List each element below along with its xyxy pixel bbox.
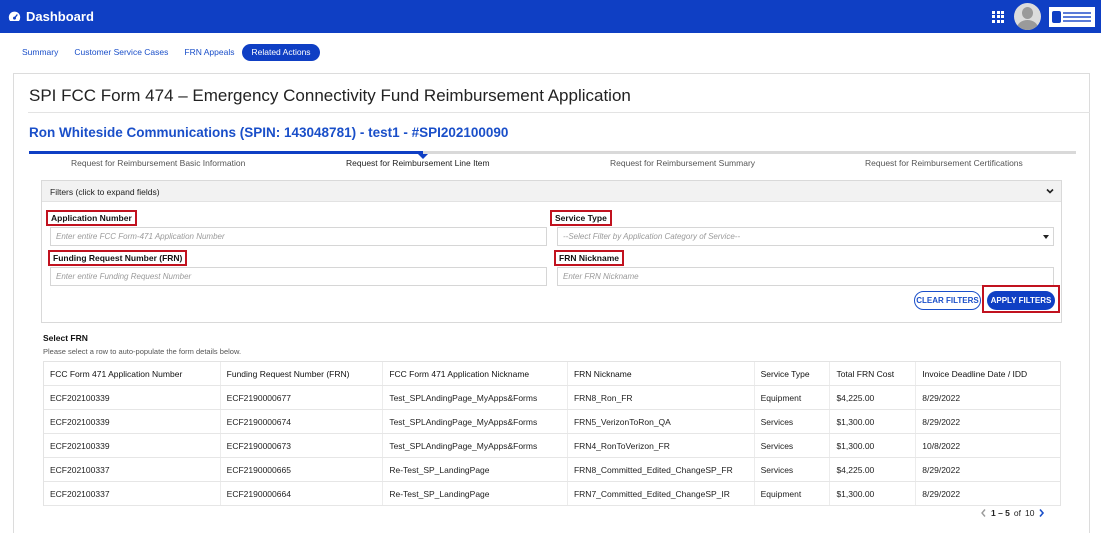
frn-nickname-label: FRN Nickname bbox=[554, 250, 624, 266]
subnav-related-actions[interactable]: Related Actions bbox=[242, 43, 320, 61]
table-cell: 8/29/2022 bbox=[922, 416, 961, 427]
table-row[interactable]: ECF202100337 ECF2190000665 Re-Test_SP_La… bbox=[44, 458, 1060, 482]
step-summary[interactable]: Request for Reimbursement Summary bbox=[610, 158, 755, 168]
table-cell: $1,300.00 bbox=[830, 410, 917, 433]
frn-nickname-input[interactable]: Enter FRN Nickname bbox=[557, 267, 1054, 286]
table-cell: 8/29/2022 bbox=[922, 392, 961, 403]
service-type-placeholder: --Select Filter by Application Category … bbox=[563, 232, 741, 241]
application-number-input[interactable]: Enter entire FCC Form-471 Application Nu… bbox=[50, 227, 547, 246]
dashboard-title[interactable]: Dashboard bbox=[26, 9, 94, 24]
table-cell: FRN8_Committed_Edited_ChangeSP_FR bbox=[568, 458, 755, 481]
column-header[interactable]: Funding Request Number (FRN) bbox=[221, 362, 384, 385]
apply-filters-highlight: APPLY FILTERS bbox=[982, 285, 1060, 313]
apply-filters-button[interactable]: APPLY FILTERS bbox=[987, 291, 1055, 310]
table-cell: ECF2190000665 bbox=[221, 458, 384, 481]
column-header[interactable]: FRN Nickname bbox=[568, 362, 755, 385]
table-cell: Test_SPLAndingPage_MyApps&Forms bbox=[383, 386, 568, 409]
table-cell: 8/29/2022 bbox=[922, 464, 961, 475]
table-row[interactable]: ECF202100339 ECF2190000677 Test_SPLAndin… bbox=[44, 386, 1060, 410]
service-type-select[interactable]: --Select Filter by Application Category … bbox=[557, 227, 1054, 246]
usac-logo bbox=[1049, 6, 1095, 27]
chevron-left-icon[interactable] bbox=[980, 508, 987, 518]
table-row[interactable]: ECF202100339 ECF2190000674 Test_SPLAndin… bbox=[44, 410, 1060, 434]
top-bar: Dashboard bbox=[0, 0, 1101, 33]
table-cell: $4,225.00 bbox=[830, 458, 917, 481]
select-frn-subtitle: Please select a row to auto-populate the… bbox=[43, 347, 242, 356]
table-cell: ECF2190000677 bbox=[221, 386, 384, 409]
table-row[interactable]: ECF202100339 ECF2190000673 Test_SPLAndin… bbox=[44, 434, 1060, 458]
step-certifications[interactable]: Request for Reimbursement Certifications bbox=[865, 158, 1023, 168]
table-cell: ECF2190000664 bbox=[221, 482, 384, 505]
filters-header[interactable]: Filters (click to expand fields) bbox=[42, 181, 1061, 202]
pagination-of: of bbox=[1013, 508, 1021, 518]
table-header-row: FCC Form 471 Application Number Funding … bbox=[44, 362, 1060, 386]
frn-table: FCC Form 471 Application Number Funding … bbox=[43, 361, 1061, 506]
frn-label: Funding Request Number (FRN) bbox=[48, 250, 188, 266]
clear-filters-button[interactable]: CLEAR FILTERS bbox=[914, 291, 981, 310]
table-cell: Services bbox=[755, 458, 831, 481]
subnav-frn-appeals[interactable]: FRN Appeals bbox=[176, 44, 242, 61]
chevron-down-icon[interactable] bbox=[1045, 186, 1055, 196]
dashboard-icon bbox=[8, 11, 21, 21]
table-cell: Test_SPLAndingPage_MyApps&Forms bbox=[383, 434, 568, 457]
column-header[interactable]: FCC Form 471 Application Number bbox=[44, 362, 221, 385]
table-cell: FRN7_Committed_Edited_ChangeSP_IR bbox=[568, 482, 755, 505]
chevron-right-icon[interactable] bbox=[1038, 508, 1045, 518]
table-cell: ECF2190000673 bbox=[221, 434, 384, 457]
column-header[interactable]: FCC Form 471 Application Nickname bbox=[383, 362, 568, 385]
page-title: SPI FCC Form 474 – Emergency Connectivit… bbox=[29, 86, 631, 105]
table-cell: ECF202100339 bbox=[44, 386, 221, 409]
table-cell: Equipment bbox=[755, 386, 831, 409]
table-cell: Equipment bbox=[755, 482, 831, 505]
frn-input[interactable]: Enter entire Funding Request Number bbox=[50, 267, 547, 286]
table-cell: Test_SPLAndingPage_MyApps&Forms bbox=[383, 410, 568, 433]
page-subtitle: Ron Whiteside Communications (SPIN: 1430… bbox=[29, 125, 509, 140]
table-cell: FRN4_RonToVerizon_FR bbox=[568, 434, 755, 457]
select-frn-title: Select FRN bbox=[43, 333, 88, 343]
filters-panel: Filters (click to expand fields) Applica… bbox=[41, 180, 1062, 323]
sub-navigation: Summary Customer Service Cases FRN Appea… bbox=[14, 43, 320, 61]
application-number-label: Application Number bbox=[46, 210, 137, 226]
service-type-label: Service Type bbox=[550, 210, 612, 226]
table-cell: Services bbox=[755, 434, 831, 457]
table-cell: ECF2190000674 bbox=[221, 410, 384, 433]
table-cell: 10/8/2022 bbox=[922, 440, 961, 451]
step-progress bbox=[29, 151, 423, 154]
table-cell: ECF202100339 bbox=[44, 410, 221, 433]
subnav-customer-service-cases[interactable]: Customer Service Cases bbox=[66, 44, 176, 61]
table-cell: Re-Test_SP_LandingPage bbox=[383, 482, 568, 505]
table-cell: Services bbox=[755, 410, 831, 433]
table-cell: ECF202100337 bbox=[44, 482, 221, 505]
table-cell: FRN5_VerizonToRon_QA bbox=[568, 410, 755, 433]
pagination-total: 10 bbox=[1025, 508, 1035, 518]
table-cell: ECF202100337 bbox=[44, 458, 221, 481]
table-cell: ECF202100339 bbox=[44, 434, 221, 457]
main-card: SPI FCC Form 474 – Emergency Connectivit… bbox=[13, 73, 1090, 533]
subnav-summary[interactable]: Summary bbox=[14, 44, 66, 61]
table-cell: $1,300.00 bbox=[830, 482, 917, 505]
table-cell: $4,225.00 bbox=[830, 386, 917, 409]
table-cell: $1,300.00 bbox=[830, 434, 917, 457]
column-header[interactable]: Service Type bbox=[755, 362, 831, 385]
pagination: 1 – 5 of 10 bbox=[980, 506, 1045, 520]
apps-grid-icon[interactable] bbox=[992, 10, 1004, 23]
caret-down-icon bbox=[1043, 235, 1049, 239]
step-basic-information[interactable]: Request for Reimbursement Basic Informat… bbox=[71, 158, 245, 168]
column-header[interactable]: Invoice Deadline Date / IDD bbox=[916, 362, 1060, 385]
column-header[interactable]: Total FRN Cost bbox=[830, 362, 917, 385]
table-cell: FRN8_Ron_FR bbox=[568, 386, 755, 409]
avatar[interactable] bbox=[1014, 3, 1041, 30]
title-divider bbox=[28, 112, 1090, 113]
pagination-range: 1 – 5 bbox=[991, 508, 1010, 518]
step-line-item[interactable]: Request for Reimbursement Line Item bbox=[346, 158, 490, 168]
table-cell: Re-Test_SP_LandingPage bbox=[383, 458, 568, 481]
table-cell: 8/29/2022 bbox=[922, 488, 961, 499]
step-indicator: Request for Reimbursement Basic Informat… bbox=[29, 151, 1076, 173]
table-row[interactable]: ECF202100337 ECF2190000664 Re-Test_SP_La… bbox=[44, 482, 1060, 506]
filters-header-label: Filters (click to expand fields) bbox=[50, 187, 160, 197]
